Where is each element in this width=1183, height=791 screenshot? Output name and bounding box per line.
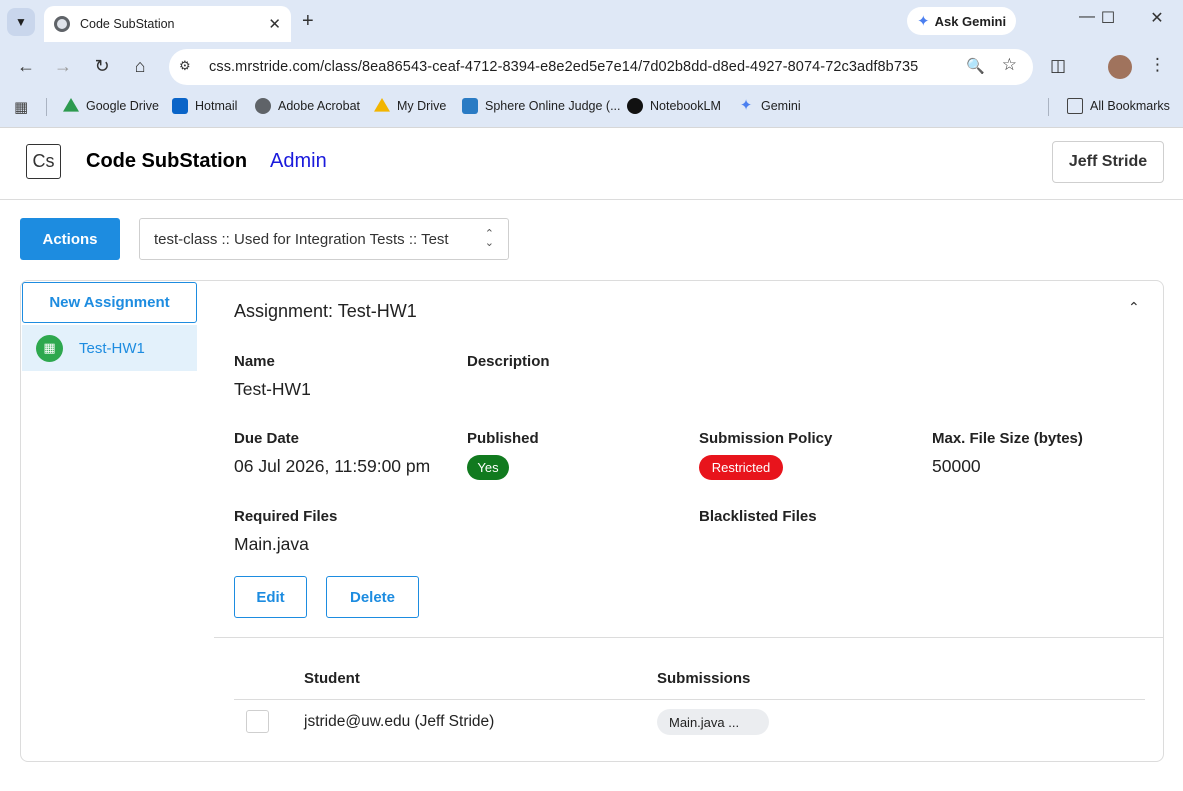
submission-chip[interactable]: Main.java ... — [657, 709, 769, 735]
browser-chrome: ▼ Code SubStation ✕ + ✦ Ask Gemini — ☐ ✕… — [0, 0, 1183, 128]
due-date-label: Due Date — [234, 430, 300, 447]
bookmarks-divider — [1048, 98, 1049, 116]
browser-toolbar: ← → ↻ ⌂ ⚙ css.mrstride.com/class/8ea8654… — [0, 46, 1183, 88]
bookmark-item[interactable]: Sphere Online Judge (... — [462, 98, 621, 114]
zoom-icon[interactable]: 🔍 — [966, 57, 985, 75]
bookmark-label: Hotmail — [195, 99, 238, 113]
all-bookmarks[interactable]: All Bookmarks — [1067, 98, 1170, 114]
site-info-icon[interactable]: ⚙ — [179, 58, 191, 74]
globe-icon — [54, 16, 70, 32]
bookmark-label: My Drive — [397, 99, 447, 113]
home-icon[interactable]: ⌂ — [128, 56, 152, 77]
google-drive-icon — [374, 98, 390, 112]
bookmark-item[interactable]: ✦ Gemini — [738, 98, 801, 114]
bookmark-item[interactable]: NotebookLM — [627, 98, 721, 114]
role-link[interactable]: Admin — [270, 150, 327, 173]
folder-icon — [1067, 98, 1083, 114]
back-icon[interactable]: ← — [14, 56, 38, 77]
chevron-updown-icon: ⌃ ⌄ — [484, 228, 494, 249]
description-label: Description — [467, 353, 550, 370]
blacklisted-files-label: Blacklisted Files — [699, 508, 817, 525]
edit-button[interactable]: Edit — [234, 576, 307, 618]
globe-icon — [255, 98, 271, 114]
ask-gemini-button[interactable]: ✦ Ask Gemini — [907, 7, 1016, 35]
sidebar-item-test-hw1[interactable]: ▦ Test-HW1 — [22, 325, 197, 371]
bookmark-label: Gemini — [761, 99, 801, 113]
new-assignment-button[interactable]: New Assignment — [22, 282, 197, 323]
delete-button[interactable]: Delete — [326, 576, 419, 618]
browser-tab[interactable]: Code SubStation ✕ — [44, 6, 291, 42]
section-divider — [214, 637, 1164, 638]
bookmark-label: NotebookLM — [650, 99, 721, 113]
assignment-detail: Assignment: Test-HW1 ⌃ Name Test-HW1 Des… — [214, 281, 1164, 763]
reload-icon[interactable]: ↻ — [90, 56, 114, 77]
bookmark-label: Google Drive — [86, 99, 159, 113]
menu-icon[interactable]: ⋮ — [1149, 55, 1166, 75]
all-bookmarks-label: All Bookmarks — [1090, 99, 1170, 113]
due-date-value: 06 Jul 2026, 11:59:00 pm — [234, 456, 431, 476]
new-tab-button[interactable]: + — [302, 10, 314, 33]
tab-title: Code SubStation — [80, 17, 175, 31]
class-select-value: test-class :: Used for Integration Tests… — [154, 230, 449, 248]
published-badge: Yes — [467, 455, 509, 480]
student-cell: jstride@uw.edu (Jeff Stride) — [304, 713, 495, 730]
tab-search-icon[interactable]: ▼ — [7, 8, 35, 36]
app-brand[interactable]: Code SubStation — [86, 150, 247, 173]
bookmark-item[interactable]: Hotmail — [172, 98, 237, 114]
notebooklm-icon — [627, 98, 643, 114]
app-page: Cs Code SubStation Admin Jeff Stride Act… — [0, 128, 1183, 791]
policy-label: Submission Policy — [699, 430, 833, 447]
class-select[interactable]: test-class :: Used for Integration Tests… — [139, 218, 509, 260]
bookmark-label: Adobe Acrobat — [278, 99, 361, 113]
close-tab-icon[interactable]: ✕ — [268, 15, 281, 33]
assignment-title: Assignment: Test-HW1 — [234, 301, 417, 321]
published-label: Published — [467, 430, 539, 447]
address-bar[interactable]: ⚙ css.mrstride.com/class/8ea86543-ceaf-4… — [169, 49, 1033, 85]
sidebar-item-label: Test-HW1 — [79, 339, 145, 357]
extensions-icon[interactable]: ◫ — [1050, 56, 1066, 76]
bookmarks-divider — [46, 98, 47, 116]
row-checkbox[interactable] — [246, 710, 269, 733]
app-header: Cs Code SubStation Admin Jeff Stride — [0, 128, 1183, 200]
bookmark-item[interactable]: Google Drive — [63, 98, 159, 114]
column-header-student: Student — [304, 670, 360, 687]
tab-strip: ▼ Code SubStation ✕ + ✦ Ask Gemini — ☐ ✕ — [0, 0, 1183, 42]
chevron-up-icon[interactable]: ⌃ — [1128, 299, 1140, 316]
url-text: css.mrstride.com/class/8ea86543-ceaf-471… — [209, 59, 919, 75]
max-size-value: 50000 — [932, 456, 981, 476]
outlook-icon — [172, 98, 188, 114]
required-files-label: Required Files — [234, 508, 338, 525]
gemini-icon: ✦ — [739, 97, 753, 114]
bookmark-item[interactable]: Adobe Acrobat — [255, 98, 360, 114]
name-value: Test-HW1 — [234, 379, 311, 399]
bookmarks-bar: ▦ Google Drive Hotmail Adobe Acrobat My … — [0, 94, 1183, 120]
actions-button[interactable]: Actions — [20, 218, 120, 260]
spoj-icon — [462, 98, 478, 114]
policy-badge: Restricted — [699, 455, 783, 480]
assignment-sidebar: New Assignment ▦ Test-HW1 — [21, 281, 197, 371]
name-label: Name — [234, 353, 275, 370]
maximize-icon[interactable]: ☐ — [1093, 8, 1123, 28]
app-logo[interactable]: Cs — [26, 144, 61, 179]
gemini-icon: ✦ — [917, 13, 930, 30]
google-drive-icon — [63, 98, 79, 112]
max-size-label: Max. File Size (bytes) — [932, 430, 1083, 447]
assignment-panel: New Assignment ▦ Test-HW1 Assignment: Te… — [20, 280, 1164, 762]
user-menu-button[interactable]: Jeff Stride — [1052, 141, 1164, 183]
bookmark-label: Sphere Online Judge (... — [485, 99, 621, 113]
required-files-value: Main.java — [234, 534, 309, 554]
file-code-icon: ▦ — [36, 334, 63, 362]
column-header-submissions: Submissions — [657, 670, 751, 687]
bookmark-item[interactable]: My Drive — [374, 98, 446, 114]
bookmark-star-icon[interactable]: ☆ — [1002, 55, 1017, 75]
table-header-divider — [234, 699, 1145, 700]
close-window-icon[interactable]: ✕ — [1142, 8, 1172, 28]
apps-grid-icon[interactable]: ▦ — [14, 98, 28, 116]
forward-icon[interactable]: → — [51, 56, 75, 77]
ask-gemini-label: Ask Gemini — [934, 13, 1007, 29]
profile-avatar[interactable] — [1108, 55, 1132, 79]
